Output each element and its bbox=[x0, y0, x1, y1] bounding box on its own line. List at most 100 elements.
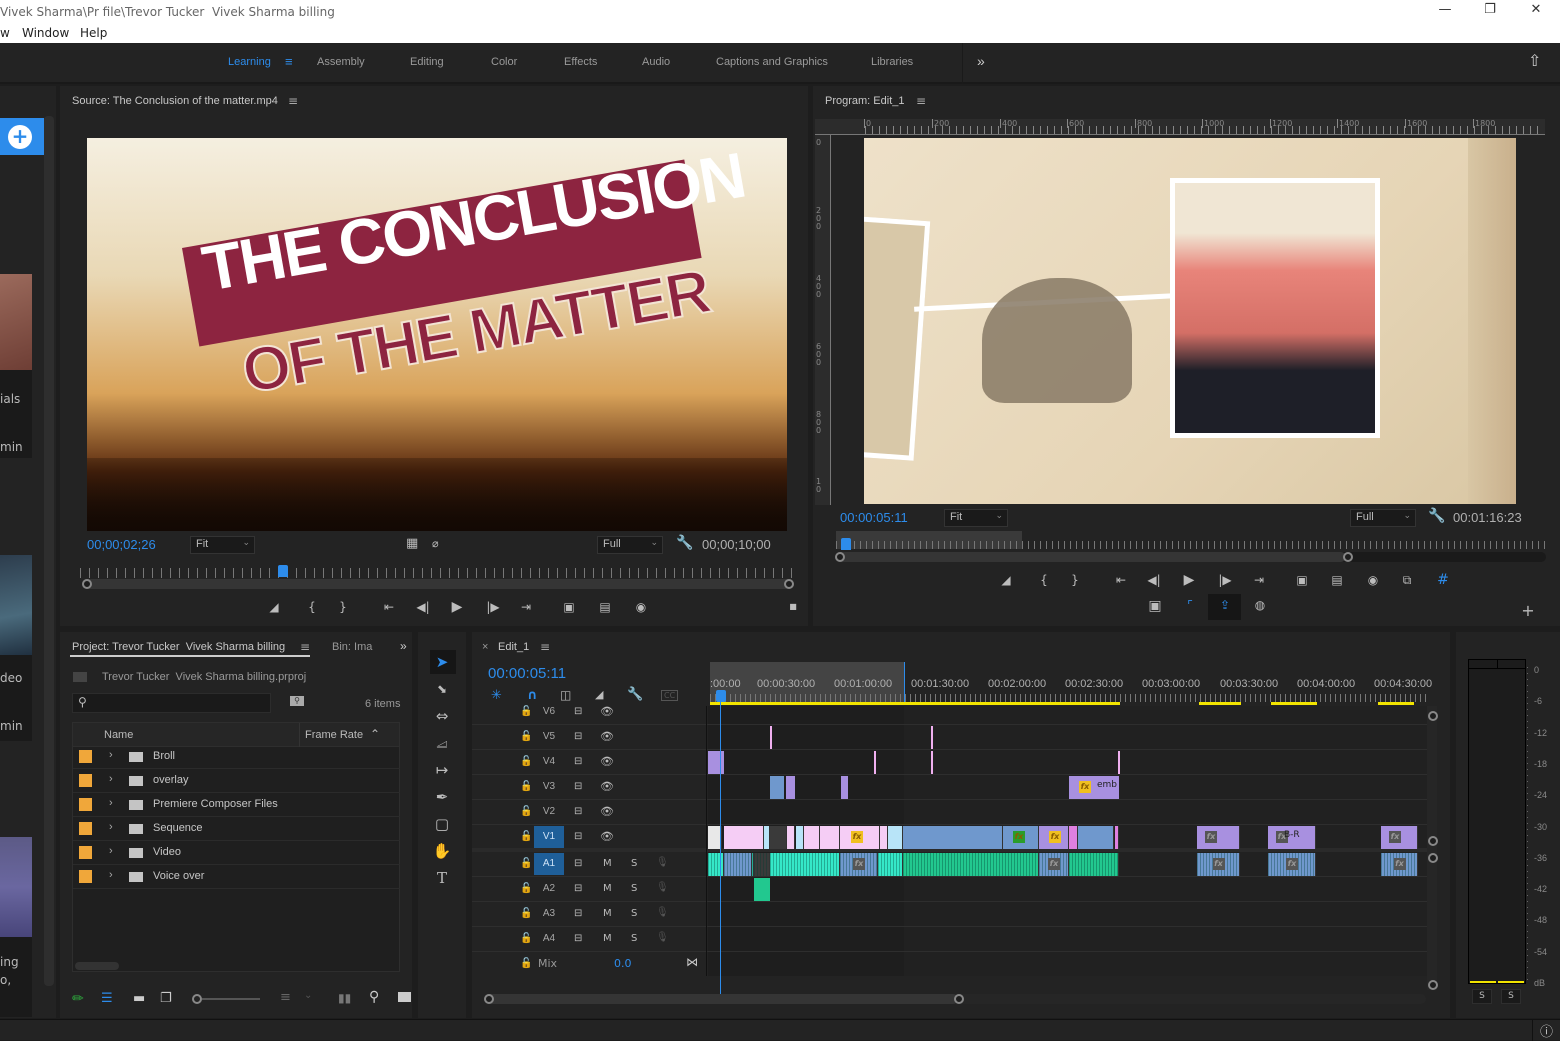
go-to-in-icon[interactable]: ⇤ bbox=[1110, 573, 1132, 587]
mute-button[interactable]: M bbox=[603, 883, 612, 894]
source-zoom-select[interactable]: Fit ⌄ bbox=[190, 536, 255, 554]
clip[interactable] bbox=[1078, 826, 1114, 849]
pen-tool-icon[interactable]: ✒ bbox=[430, 786, 454, 808]
expand-chevron-icon[interactable]: › bbox=[109, 845, 113, 857]
scrollbar-thumb[interactable] bbox=[484, 994, 958, 1004]
safe-margins-icon[interactable]: ▣ bbox=[1144, 598, 1166, 614]
label-color-swatch[interactable] bbox=[79, 774, 92, 787]
go-to-in-icon[interactable]: ⇤ bbox=[378, 600, 400, 614]
wrench-icon[interactable]: 🔧 bbox=[1428, 508, 1445, 524]
clip[interactable] bbox=[770, 776, 784, 799]
track-target-a4[interactable]: A4 bbox=[534, 928, 564, 950]
timeline-playhead-handle[interactable] bbox=[716, 690, 726, 702]
go-to-out-icon[interactable]: ⇥ bbox=[515, 600, 537, 614]
program-monitor-title[interactable]: Program: Edit_1 bbox=[825, 95, 904, 107]
rectangle-tool-icon[interactable]: ▢ bbox=[430, 813, 454, 835]
project-search-input[interactable]: ⚲ bbox=[72, 693, 271, 713]
export-frame-icon[interactable]: ◉ bbox=[630, 600, 652, 614]
scroll-handle-left[interactable] bbox=[835, 552, 845, 562]
solo-left-button[interactable]: S bbox=[1472, 989, 1492, 1004]
timeline-timecode[interactable]: 00:00:05:11 bbox=[488, 665, 566, 682]
source-zoom-scrollbar[interactable] bbox=[82, 579, 794, 589]
list-item[interactable]: › Sequence bbox=[73, 817, 400, 841]
list-view-icon[interactable]: ☰ bbox=[101, 991, 113, 1006]
scroll-handle-left[interactable] bbox=[484, 994, 494, 1004]
scroll-handle-right[interactable] bbox=[784, 579, 794, 589]
wrench-icon[interactable]: 🔧 bbox=[627, 687, 643, 702]
clip[interactable] bbox=[820, 826, 840, 849]
label-color-swatch[interactable] bbox=[79, 822, 92, 835]
mark-in-icon[interactable]: { bbox=[301, 600, 323, 614]
audio-clip[interactable] bbox=[878, 853, 903, 876]
solo-button[interactable]: S bbox=[631, 858, 637, 869]
button-editor-icon[interactable]: ■ bbox=[782, 602, 804, 611]
eye-icon[interactable]: 👁 bbox=[600, 755, 614, 768]
track-target-v6[interactable]: V6 bbox=[534, 701, 564, 723]
lock-icon[interactable]: 🔓 bbox=[520, 781, 532, 792]
eye-icon[interactable]: 👁 bbox=[600, 730, 614, 743]
panel-menu-icon[interactable]: ≡ bbox=[916, 94, 926, 108]
tutorial-thumbnail[interactable] bbox=[0, 837, 32, 937]
solo-button[interactable]: S bbox=[631, 908, 637, 919]
mark-out-icon[interactable]: } bbox=[332, 600, 354, 614]
mark-out-icon[interactable]: } bbox=[1064, 573, 1086, 587]
panel-menu-icon[interactable]: ≡ bbox=[300, 640, 310, 654]
freeform-view-icon[interactable]: ❐ bbox=[160, 991, 172, 1006]
list-item[interactable]: › overlay bbox=[73, 769, 400, 793]
export-frame-icon[interactable]: ◉ bbox=[1362, 573, 1384, 587]
razor-tool-icon[interactable]: ⧡ bbox=[430, 732, 454, 754]
source-resolution-select[interactable]: Full ⌄ bbox=[597, 536, 663, 554]
step-back-icon[interactable]: ◀| bbox=[412, 600, 434, 614]
sync-lock-icon[interactable]: ⊟ bbox=[574, 706, 582, 717]
edit-marker[interactable] bbox=[1118, 751, 1120, 774]
project-tab[interactable]: Project: Trevor Tucker Vivek Sharma bill… bbox=[72, 641, 285, 653]
step-forward-icon[interactable]: |▶ bbox=[482, 600, 504, 614]
list-item[interactable]: › Video bbox=[73, 841, 400, 865]
eye-icon[interactable]: 👁 bbox=[600, 780, 614, 793]
tutorial-thumbnail[interactable] bbox=[0, 274, 32, 370]
solo-button[interactable]: S bbox=[631, 933, 637, 944]
chevron-down-icon[interactable]: ⌄ bbox=[304, 990, 312, 1001]
clip[interactable] bbox=[724, 826, 764, 849]
overwrite-icon[interactable]: ▤ bbox=[594, 600, 616, 614]
workspace-color[interactable]: Color bbox=[491, 56, 517, 68]
audio-clip[interactable]: fx bbox=[1197, 853, 1240, 876]
eye-icon[interactable]: 👁 bbox=[600, 705, 614, 718]
solo-button[interactable]: S bbox=[631, 883, 637, 894]
vertical-scroll-handle[interactable] bbox=[1428, 711, 1438, 721]
timeline-time-ruler[interactable] bbox=[710, 694, 1427, 702]
menu-view[interactable]: w bbox=[0, 26, 10, 40]
pencil-icon[interactable]: ✏ bbox=[72, 991, 84, 1007]
sync-lock-icon[interactable]: ⊟ bbox=[574, 731, 582, 742]
go-to-out-icon[interactable]: ⇥ bbox=[1248, 573, 1270, 587]
eye-icon[interactable]: 👁 bbox=[600, 805, 614, 818]
vertical-scroll-handle[interactable] bbox=[1428, 836, 1438, 846]
clip[interactable]: fx bbox=[840, 826, 880, 849]
audio-clip[interactable]: fx bbox=[1039, 853, 1069, 876]
clip[interactable] bbox=[903, 826, 1003, 849]
lock-icon[interactable]: 🔓 bbox=[520, 706, 532, 717]
info-icon[interactable]: ⓘ bbox=[1540, 1021, 1553, 1040]
new-bin-icon[interactable] bbox=[398, 992, 411, 1002]
source-time-ruler[interactable] bbox=[80, 568, 792, 578]
clip[interactable] bbox=[770, 826, 787, 849]
mark-in-icon[interactable]: { bbox=[1033, 573, 1055, 587]
button-editor-icon[interactable]: + bbox=[1517, 601, 1539, 620]
sort-ascending-icon[interactable]: ⌃ bbox=[370, 727, 380, 741]
expand-chevron-icon[interactable]: › bbox=[109, 821, 113, 833]
show-guides-icon[interactable]: # bbox=[1432, 572, 1454, 588]
sort-icons-icon[interactable]: ≡ bbox=[280, 990, 291, 1005]
expand-chevron-icon[interactable]: › bbox=[109, 869, 113, 881]
track-target-a3[interactable]: A3 bbox=[534, 903, 564, 925]
share-icon[interactable]: ⇧ bbox=[1528, 51, 1541, 71]
edit-marker[interactable] bbox=[931, 751, 933, 774]
audio-clip[interactable]: fx bbox=[1381, 853, 1418, 876]
step-forward-icon[interactable]: |▶ bbox=[1214, 573, 1236, 587]
program-timecode[interactable]: 00:00:05:11 bbox=[840, 510, 908, 525]
clip[interactable] bbox=[888, 826, 903, 849]
column-frame-rate[interactable]: Frame Rate bbox=[305, 729, 363, 741]
clip[interactable]: fx bbox=[1381, 826, 1418, 849]
track-select-tool-icon[interactable]: ⬊ bbox=[430, 678, 454, 700]
audio-clip[interactable]: fx bbox=[840, 853, 878, 876]
clip[interactable] bbox=[880, 826, 888, 849]
